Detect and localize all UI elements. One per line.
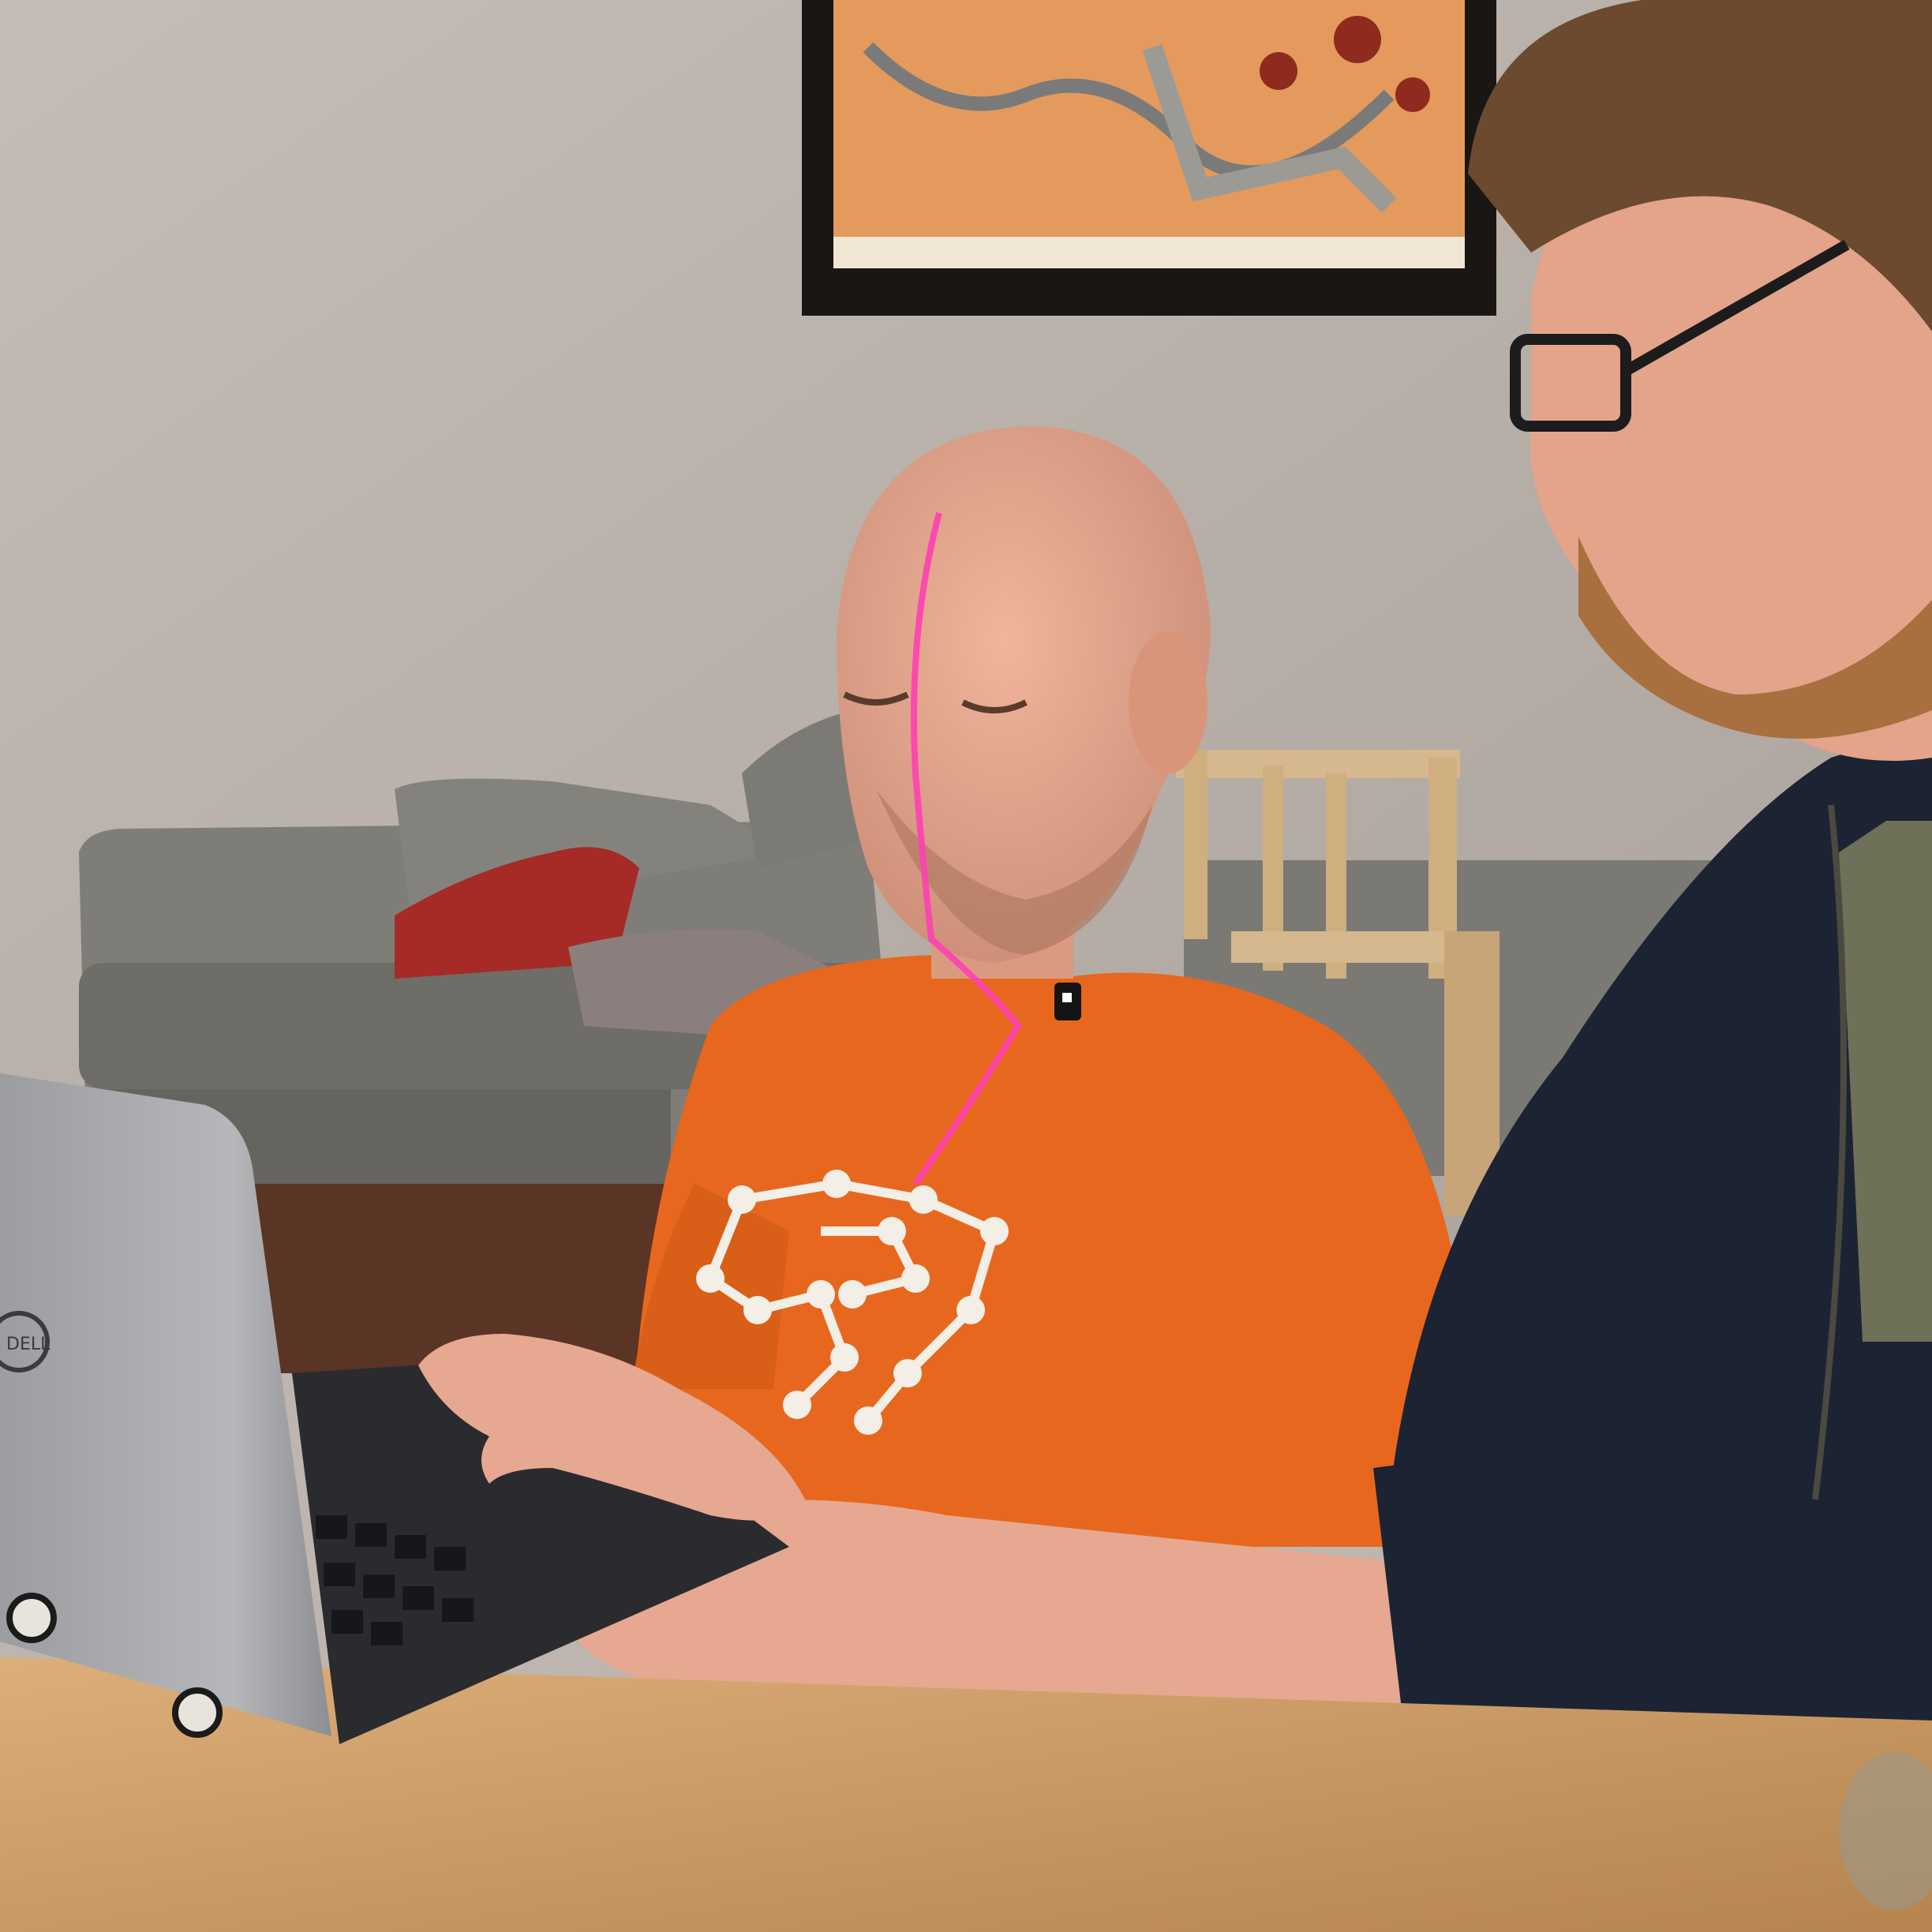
ear <box>1129 631 1208 773</box>
photo-scene: DELL <box>0 0 1932 1932</box>
laptop-logo-text: DELL <box>6 1335 51 1354</box>
laptop-stand-wheel <box>6 1593 57 1643</box>
framed-painting <box>802 0 1496 316</box>
photo-illustration: DELL <box>0 0 1932 1932</box>
laptop-stand-wheel <box>172 1687 223 1738</box>
